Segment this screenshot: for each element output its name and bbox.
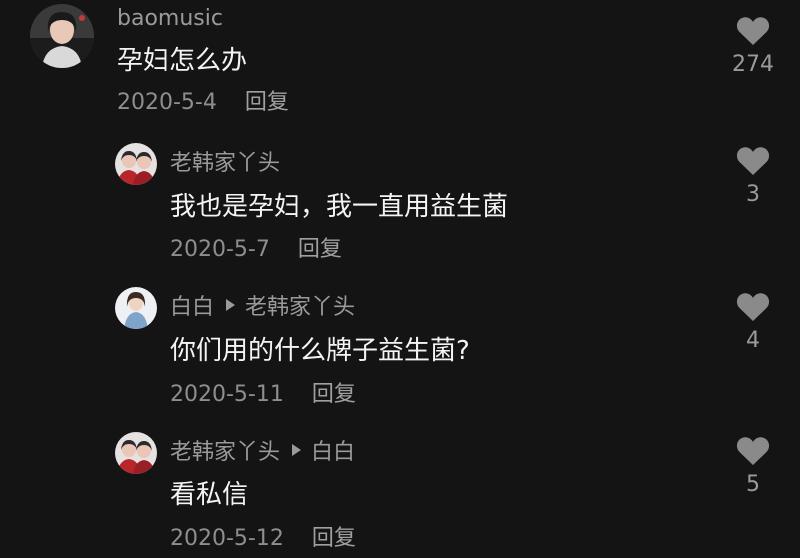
comment-date: 2020-5-7 xyxy=(170,237,270,262)
play-arrow-icon xyxy=(226,299,236,311)
play-arrow-icon xyxy=(292,444,302,456)
avatar[interactable] xyxy=(115,432,157,474)
reply-item: 白白 老韩家丫头 你们用的什么牌子益生菌? 2020-5-11 回复 4 xyxy=(0,284,800,424)
comment-item: baomusic 孕妇怎么办 2020-5-4 回复 274 xyxy=(0,0,800,120)
reply-item: 老韩家丫头 我也是孕妇，我一直用益生菌 2020-5-7 回复 3 xyxy=(0,138,800,278)
comment-date: 2020-5-12 xyxy=(170,526,284,551)
avatar[interactable] xyxy=(30,4,94,68)
comment-text: 你们用的什么牌子益生菌? xyxy=(170,336,470,366)
comment-meta: 2020-5-11 回复 xyxy=(170,384,356,406)
comment-author[interactable]: 老韩家丫头 白白 xyxy=(170,442,355,464)
reply-button[interactable]: 回复 xyxy=(245,90,289,115)
comment-meta: 2020-5-7 回复 xyxy=(170,239,342,261)
heart-icon xyxy=(736,293,770,321)
comment-meta: 2020-5-4 回复 xyxy=(117,92,289,114)
comment-date: 2020-5-11 xyxy=(170,382,284,407)
avatar[interactable] xyxy=(115,287,157,329)
author-name[interactable]: 白白 xyxy=(170,295,214,320)
heart-icon xyxy=(736,17,770,45)
like-count: 3 xyxy=(746,182,760,207)
comment-text: 孕妇怎么办 xyxy=(117,46,248,76)
reply-item: 老韩家丫头 白白 看私信 2020-5-12 回复 5 xyxy=(0,428,800,558)
comment-date: 2020-5-4 xyxy=(117,90,217,115)
like-button[interactable]: 4 xyxy=(725,292,781,352)
reply-target-name[interactable]: 白白 xyxy=(311,440,355,465)
comment-meta: 2020-5-12 回复 xyxy=(170,528,356,550)
reply-target-name[interactable]: 老韩家丫头 xyxy=(245,295,355,320)
like-count: 274 xyxy=(732,52,774,77)
like-count: 4 xyxy=(746,328,760,353)
like-button[interactable]: 274 xyxy=(725,16,781,76)
comment-author[interactable]: baomusic xyxy=(117,8,223,30)
author-name[interactable]: 老韩家丫头 xyxy=(170,440,280,465)
like-button[interactable]: 5 xyxy=(725,436,781,496)
reply-button[interactable]: 回复 xyxy=(298,237,342,262)
heart-icon xyxy=(736,437,770,465)
avatar[interactable] xyxy=(115,143,157,185)
like-count: 5 xyxy=(746,472,760,497)
reply-button[interactable]: 回复 xyxy=(312,382,356,407)
comment-author[interactable]: 老韩家丫头 xyxy=(170,153,280,175)
heart-icon xyxy=(736,147,770,175)
reply-button[interactable]: 回复 xyxy=(312,526,356,551)
comment-text: 看私信 xyxy=(170,480,249,510)
like-button[interactable]: 3 xyxy=(725,146,781,206)
comment-text: 我也是孕妇，我一直用益生菌 xyxy=(170,192,509,222)
comment-author[interactable]: 白白 老韩家丫头 xyxy=(170,297,355,319)
